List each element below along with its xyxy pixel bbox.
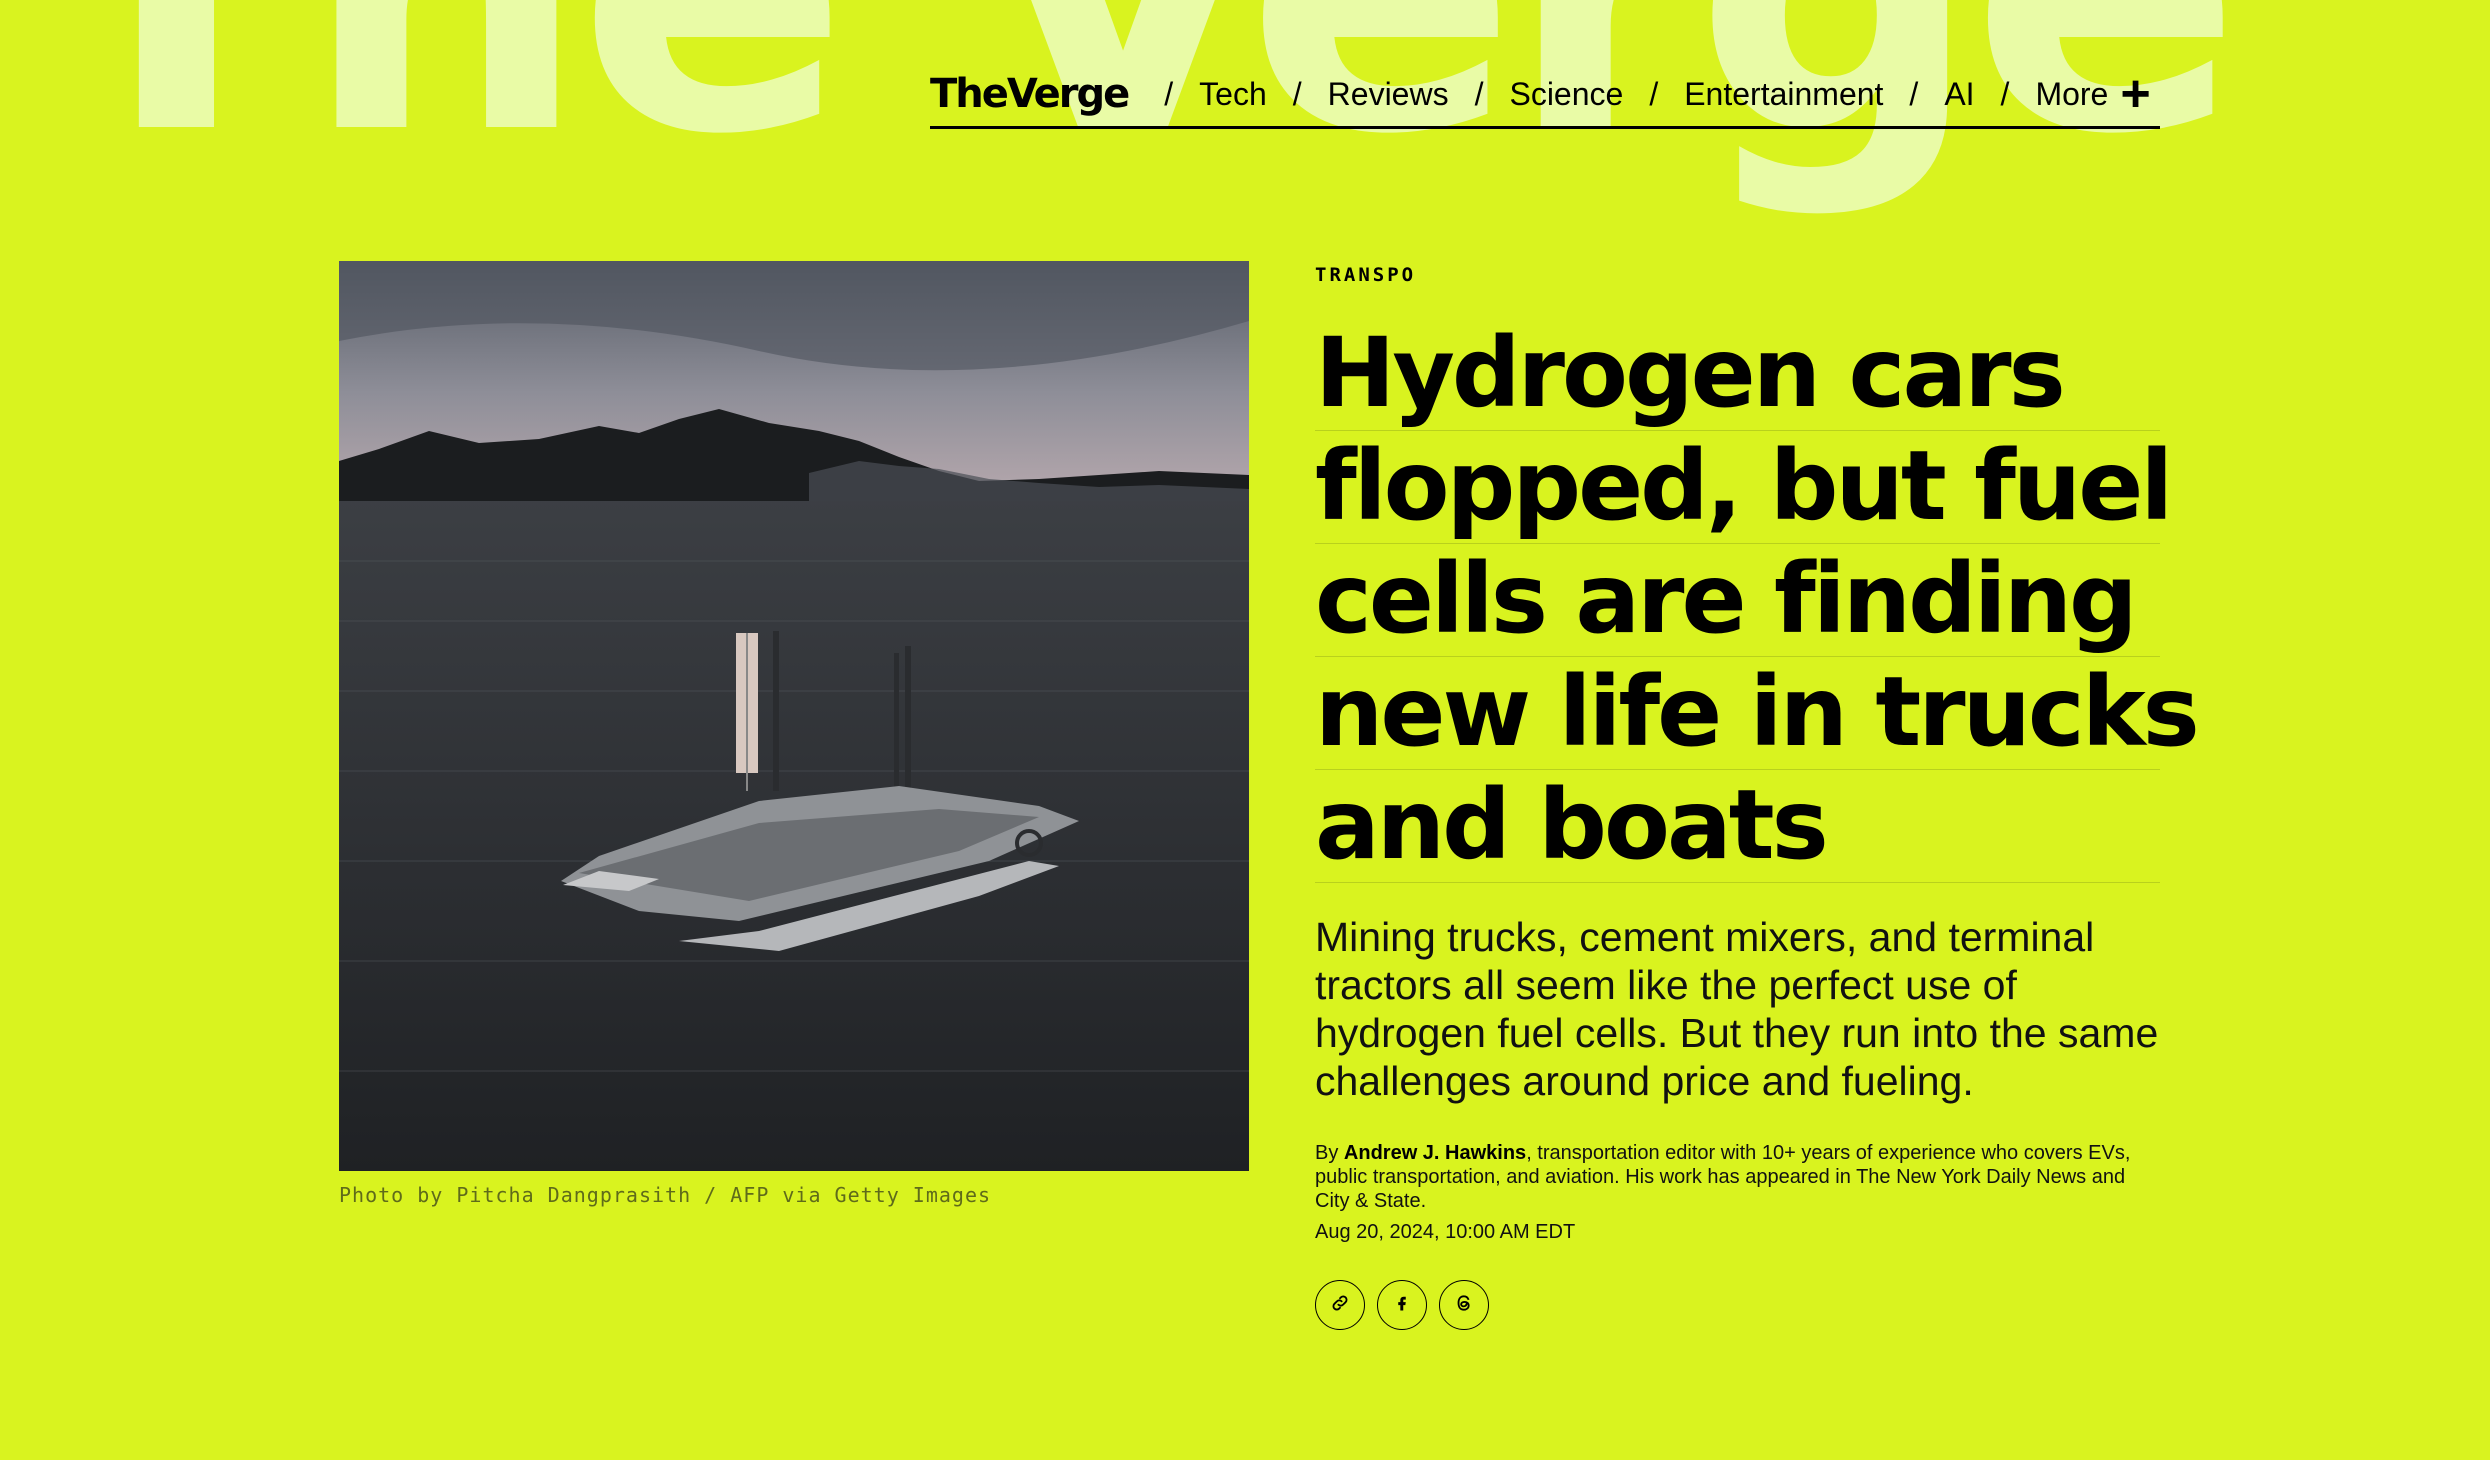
byline-prefix: By [1315, 1142, 1344, 1164]
facebook-share-button[interactable] [1377, 1280, 1427, 1330]
facebook-icon [1392, 1293, 1412, 1318]
copy-link-button[interactable] [1315, 1280, 1365, 1330]
threads-share-button[interactable] [1439, 1280, 1489, 1330]
article-header: TRANSPO Hydrogen cars flopped, but fuel … [1315, 264, 2200, 1330]
hero-image [339, 261, 1249, 1171]
byline: By Andrew J. Hawkins, transportation edi… [1315, 1141, 2160, 1213]
photo-caption: Photo by Pitcha Dangprasith / AFP via Ge… [339, 1183, 992, 1207]
nav-separator: / [2000, 75, 2010, 112]
headline-line: cells are finding [1315, 544, 2160, 657]
nav-separator: / [1649, 75, 1659, 112]
top-nav: TheVerge / Tech / Reviews / Science / En… [930, 62, 2160, 129]
headline-line: Hydrogen cars [1315, 318, 2160, 431]
nav-item-reviews[interactable]: Reviews [1328, 76, 1449, 113]
publish-date: Aug 20, 2024, 10:00 AM EDT [1315, 1221, 1576, 1243]
nav-item-science[interactable]: Science [1509, 76, 1623, 113]
article-dek: Mining trucks, cement mixers, and termin… [1315, 914, 2159, 1104]
link-icon [1330, 1293, 1350, 1318]
nav-separator: / [1292, 75, 1302, 112]
nav-item-more[interactable]: More + [2035, 68, 2150, 120]
headline-line: flopped, but fuel [1315, 430, 2173, 544]
threads-icon [1453, 1292, 1475, 1319]
headline-line: and boats [1315, 770, 2160, 883]
nav-item-tech[interactable]: Tech [1199, 76, 1267, 113]
nav-item-ai[interactable]: AI [1944, 76, 1974, 113]
verge-logo[interactable]: TheVerge [930, 71, 1130, 117]
nav-more-label[interactable]: More [2035, 76, 2108, 113]
section-kicker[interactable]: TRANSPO [1315, 264, 1416, 286]
share-bar [1315, 1280, 2160, 1330]
nav-separator: / [1164, 75, 1174, 112]
headline: Hydrogen cars flopped, but fuel cells ar… [1315, 318, 2200, 883]
nav-separator: / [1909, 75, 1919, 112]
headline-line: new life in trucks [1315, 656, 2200, 770]
nav-item-entertainment[interactable]: Entertainment [1684, 76, 1883, 113]
author-link[interactable]: Andrew J. Hawkins [1344, 1142, 1526, 1164]
plus-icon[interactable]: + [2120, 68, 2150, 120]
nav-separator: / [1474, 75, 1484, 112]
